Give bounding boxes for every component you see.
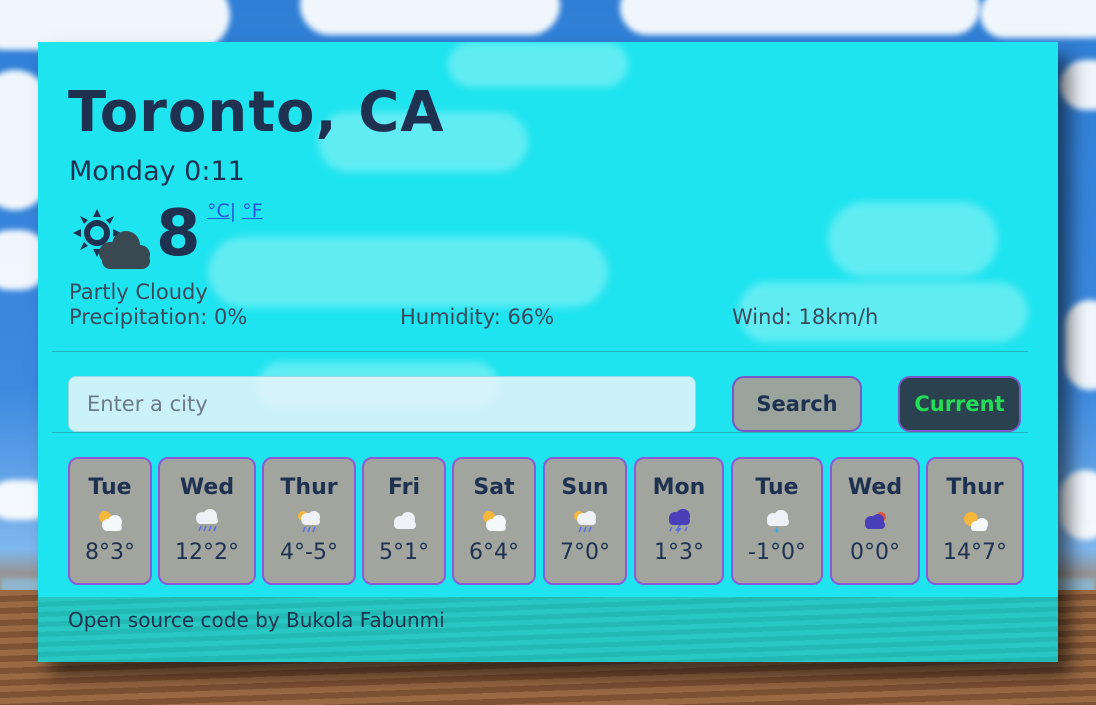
forecast-day[interactable]: Tue 8°3° — [68, 457, 152, 585]
current-location-button[interactable]: Current — [898, 376, 1021, 432]
celsius-link[interactable]: °C — [207, 200, 230, 222]
forecast-day[interactable]: Wed 0°0° — [830, 457, 920, 585]
divider — [52, 432, 1028, 433]
cloud-drizzle-icon — [767, 510, 789, 533]
weather-card: Toronto, CA Monday 0:11 8 °C| °F Partly … — [38, 42, 1058, 662]
footer-credit: Open source code by Bukola Fabunmi — [68, 608, 445, 632]
wind-stat: Wind: 18km/h — [732, 305, 879, 329]
precipitation-stat: Precipitation: 0% — [69, 305, 248, 329]
rain-icon — [196, 509, 218, 532]
forecast-temperature: -1°0° — [748, 540, 806, 565]
forecast-day[interactable]: Fri 5°1° — [362, 457, 446, 585]
sun-rain-icon — [574, 511, 596, 533]
weather-description: Partly Cloudy — [69, 280, 208, 304]
decorative-cloud — [208, 237, 608, 307]
forecast-day[interactable]: Thur 14°7° — [926, 457, 1024, 585]
forecast-day-name: Thur — [946, 475, 1004, 500]
forecast-temperature: 12°2° — [175, 540, 239, 565]
humidity-stat: Humidity: 66% — [400, 305, 555, 329]
forecast-strip: Tue 8°3° Wed 12°2° Thur 4°-5° Fri 5°1° S… — [68, 457, 1028, 585]
forecast-day-name: Thur — [280, 475, 338, 500]
forecast-temperature: 8°3° — [85, 540, 135, 565]
forecast-temperature: 14°7° — [943, 540, 1007, 565]
forecast-day-name: Tue — [88, 475, 132, 500]
fahrenheit-link[interactable]: °F — [242, 200, 262, 222]
forecast-temperature: 0°0° — [850, 540, 900, 565]
unit-separator: | — [229, 200, 237, 222]
current-temperature: 8 — [156, 197, 201, 271]
current-datetime: Monday 0:11 — [69, 156, 245, 187]
cloud-icon — [394, 512, 416, 529]
thunderstorm-icon — [669, 509, 690, 534]
divider — [52, 351, 1028, 352]
forecast-day-name: Wed — [847, 475, 903, 500]
forecast-day[interactable]: Sun 7°0° — [543, 457, 627, 585]
forecast-day[interactable]: Thur 4°-5° — [262, 457, 356, 585]
search-button[interactable]: Search — [732, 376, 862, 432]
forecast-day-name: Wed — [179, 475, 235, 500]
forecast-day-name: Mon — [652, 475, 706, 500]
unit-toggle: °C| °F — [207, 200, 263, 222]
forecast-day-name: Tue — [755, 475, 799, 500]
forecast-temperature: 5°1° — [379, 540, 429, 565]
forecast-day-name: Sat — [473, 475, 515, 500]
forecast-temperature: 4°-5° — [280, 540, 338, 565]
forecast-temperature: 6°4° — [469, 540, 519, 565]
decorative-cloud — [828, 202, 998, 277]
sun-rain-icon — [298, 511, 320, 533]
dark-cloud-icon — [865, 512, 886, 529]
forecast-day[interactable]: Mon 1°3° — [634, 457, 724, 585]
forecast-temperature: 7°0° — [560, 540, 610, 565]
city-title: Toronto, CA — [68, 80, 445, 145]
sun-cloud-icon — [99, 511, 122, 531]
search-input[interactable] — [68, 376, 696, 432]
partly-cloudy-icon — [73, 209, 150, 269]
forecast-day-name: Sun — [561, 475, 609, 500]
forecast-day[interactable]: Wed 12°2° — [158, 457, 256, 585]
sun-cloud-icon — [483, 511, 506, 531]
forecast-day[interactable]: Tue -1°0° — [731, 457, 823, 585]
forecast-day[interactable]: Sat 6°4° — [452, 457, 536, 585]
forecast-day-name: Fri — [387, 475, 420, 500]
decorative-cloud — [448, 42, 628, 87]
forecast-temperature: 1°3° — [654, 540, 704, 565]
sun-cloud-icon — [964, 512, 988, 531]
